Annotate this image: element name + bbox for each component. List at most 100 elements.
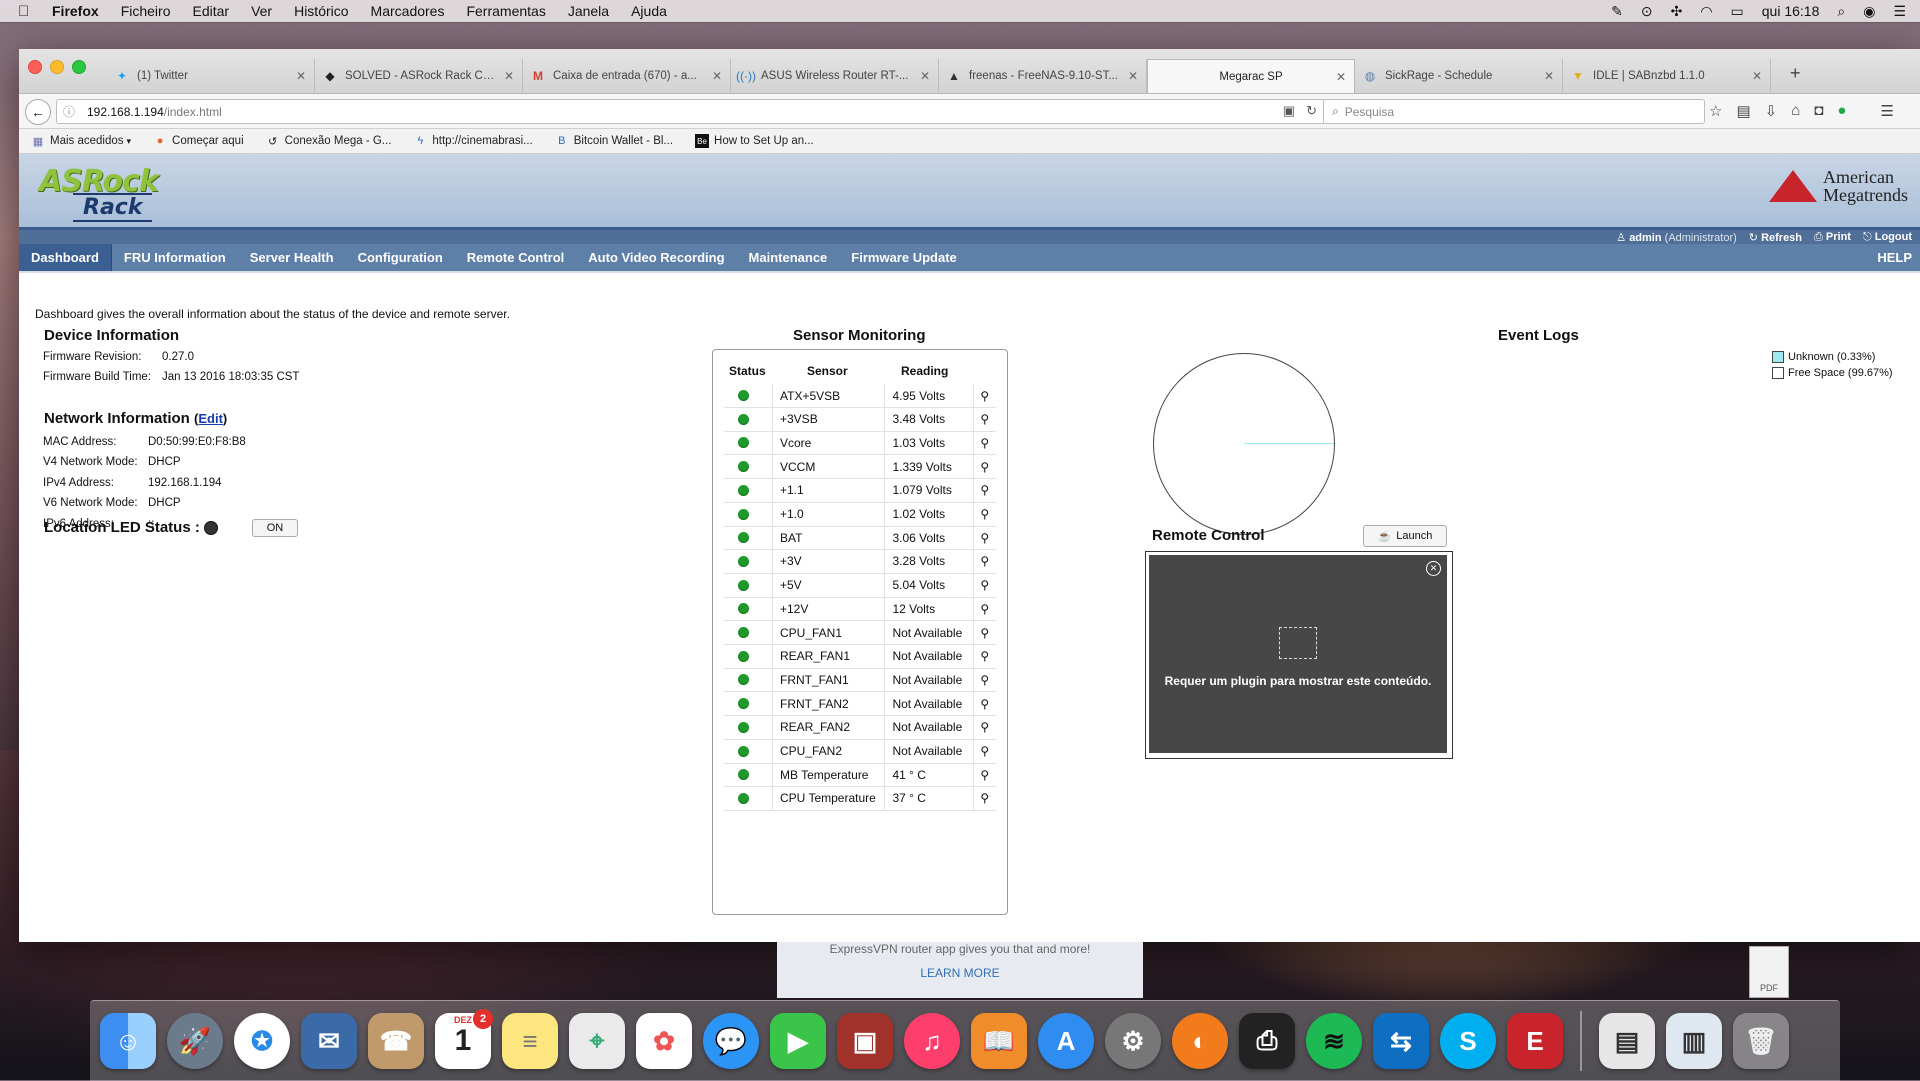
evernote-icon[interactable]: ✎ [1611, 3, 1623, 20]
magnifier-icon[interactable]: ⚲ [972, 407, 996, 431]
magnifier-icon[interactable]: ⚲ [972, 692, 996, 716]
led-on-button[interactable]: ON [252, 519, 298, 537]
close-icon[interactable]: ✕ [1426, 561, 1441, 576]
tab-asus-router[interactable]: ((·)) ASUS Wireless Router RT-... ✕ [731, 59, 939, 93]
check-circle-icon[interactable]: ⊙ [1641, 3, 1653, 20]
messages-icon[interactable]: 💬 [703, 1013, 759, 1069]
notes-icon[interactable]: ≡ [502, 1013, 558, 1069]
downloads-icon[interactable]: ⇩ [1765, 102, 1778, 120]
bookmark-cinemabrasi[interactable]: ϟ http://cinemabrasi... [413, 134, 532, 148]
close-tab-icon[interactable]: ✕ [296, 69, 306, 83]
window-thumbnail-icon[interactable]: ▤ [1599, 1013, 1655, 1069]
airplay-icon[interactable]: ▭ [1731, 3, 1744, 20]
menu-editar[interactable]: Editar [192, 3, 229, 19]
menu-ver[interactable]: Ver [251, 3, 272, 19]
apple-icon[interactable]:  [18, 3, 34, 20]
app-store-icon[interactable]: A [1038, 1013, 1094, 1069]
search-input[interactable]: ⌕ Pesquisa [1323, 99, 1705, 124]
ibooks-icon[interactable]: 📖 [971, 1013, 1027, 1069]
nav-auto-video-recording[interactable]: Auto Video Recording [576, 244, 736, 271]
tab-sabnzbd[interactable]: ▼ IDLE | SABnzbd 1.1.0 ✕ [1563, 59, 1771, 93]
pocket-icon[interactable]: ◘ [1814, 102, 1823, 120]
pdf-file-icon[interactable]: PDF [1749, 946, 1789, 998]
new-tab-icon[interactable]: + [1790, 63, 1801, 84]
nav-configuration[interactable]: Configuration [346, 244, 455, 271]
magnifier-icon[interactable]: ⚲ [972, 597, 996, 621]
launchpad-icon[interactable]: 🚀 [167, 1013, 223, 1069]
close-tab-icon[interactable]: ✕ [712, 69, 722, 83]
nav-firmware-update[interactable]: Firmware Update [839, 244, 968, 271]
menu-firefox[interactable]: Firefox [52, 3, 99, 19]
reload-icon[interactable]: ↻ [1306, 103, 1317, 119]
close-tab-icon[interactable]: ✕ [1128, 69, 1138, 83]
printer-icon[interactable]: ⎙ [1239, 1013, 1295, 1069]
menu-historico[interactable]: Histórico [294, 3, 348, 19]
minimize-window-icon[interactable] [50, 60, 64, 74]
magnifier-icon[interactable]: ⚲ [972, 763, 996, 787]
user-avatar-icon[interactable]: ◉ [1863, 3, 1875, 20]
learn-more-link[interactable]: LEARN MORE [777, 966, 1143, 980]
window-thumbnail-icon[interactable]: ▥ [1666, 1013, 1722, 1069]
refresh-link[interactable]: ↻ Refresh [1749, 231, 1802, 244]
tab-gmail[interactable]: M Caixa de entrada (670) - a... ✕ [523, 59, 731, 93]
system-preferences-icon[interactable]: ⚙ [1105, 1013, 1161, 1069]
magnifier-icon[interactable]: ⚲ [972, 549, 996, 573]
tab-twitter[interactable]: ✦ (1) Twitter ✕ [107, 59, 315, 93]
spotify-icon[interactable]: ≋ [1306, 1013, 1362, 1069]
magnifier-icon[interactable]: ⚲ [972, 478, 996, 502]
tab-megarac[interactable]: Megarac SP ✕ [1147, 59, 1355, 93]
info-icon[interactable]: ⓘ [63, 103, 79, 120]
notification-center-icon[interactable]: ☰ [1893, 3, 1906, 20]
finder-icon[interactable]: ☺ [100, 1013, 156, 1069]
nav-remote-control[interactable]: Remote Control [455, 244, 577, 271]
launch-button[interactable]: ☕ Launch [1363, 525, 1447, 547]
print-link[interactable]: ⎙ Print [1814, 231, 1851, 244]
firefox-icon[interactable]: ◐ [1172, 1013, 1228, 1069]
nav-fru-information[interactable]: FRU Information [112, 244, 238, 271]
bookmark-how-to-setup[interactable]: Be How to Set Up an... [695, 134, 814, 148]
maps-icon[interactable]: ⌖ [569, 1013, 625, 1069]
network-icon[interactable]: ✣ [1671, 3, 1683, 20]
zoom-window-icon[interactable] [72, 60, 86, 74]
clock[interactable]: qui 16:18 [1762, 3, 1820, 19]
facetime-icon[interactable]: ▶ [770, 1013, 826, 1069]
photos-icon[interactable]: ✿ [636, 1013, 692, 1069]
home-icon[interactable]: ⌂ [1791, 102, 1800, 120]
close-window-icon[interactable] [28, 60, 42, 74]
menu-ficheiro[interactable]: Ficheiro [121, 3, 171, 19]
wifi-icon[interactable]: ◠ [1700, 3, 1712, 20]
bookmark-conexao-mega[interactable]: ↺ Conexão Mega - G... [266, 134, 391, 148]
bookmark-comecar-aqui[interactable]: ● Começar aqui [153, 134, 244, 148]
nav-maintenance[interactable]: Maintenance [737, 244, 840, 271]
magnifier-icon[interactable]: ⚲ [972, 715, 996, 739]
magnifier-icon[interactable]: ⚲ [972, 573, 996, 597]
spotlight-search-icon[interactable]: ⌕ [1837, 3, 1845, 20]
expressvpn-icon[interactable]: E [1507, 1013, 1563, 1069]
event-log-pie-chart[interactable] [1153, 353, 1335, 535]
magnifier-icon[interactable]: ⚲ [972, 526, 996, 550]
logout-link[interactable]: ⎋ Logout [1863, 231, 1912, 244]
photo-booth-icon[interactable]: ▣ [837, 1013, 893, 1069]
menu-marcadores[interactable]: Marcadores [371, 3, 445, 19]
itunes-icon[interactable]: ♫ [904, 1013, 960, 1069]
teamviewer-icon[interactable]: ⇆ [1373, 1013, 1429, 1069]
nav-server-health[interactable]: Server Health [238, 244, 346, 271]
magnifier-icon[interactable]: ⚲ [972, 431, 996, 455]
help-link[interactable]: HELP [1877, 244, 1912, 271]
edit-network-link[interactable]: Edit [198, 411, 223, 426]
magnifier-icon[interactable]: ⚲ [972, 384, 996, 407]
trash-icon[interactable]: 🗑 [1733, 1013, 1789, 1069]
skype-icon[interactable]: S [1440, 1013, 1496, 1069]
contacts-icon[interactable]: ☎ [368, 1013, 424, 1069]
bookmark-star-icon[interactable]: ☆ [1709, 102, 1722, 120]
magnifier-icon[interactable]: ⚲ [972, 644, 996, 668]
extension-icon[interactable]: ● [1837, 102, 1846, 120]
menu-ajuda[interactable]: Ajuda [631, 3, 667, 19]
magnifier-icon[interactable]: ⚲ [972, 502, 996, 526]
calendar-icon[interactable]: DEZ 1 2 [435, 1009, 493, 1069]
hamburger-menu-icon[interactable]: ☰ [1880, 102, 1893, 120]
tab-freenas[interactable]: ▲ freenas - FreeNAS-9.10-ST... ✕ [939, 59, 1147, 93]
nav-dashboard[interactable]: Dashboard [19, 244, 112, 271]
plugin-placeholder[interactable]: ✕ Requer um plugin para mostrar este con… [1149, 555, 1447, 753]
url-bar[interactable]: ⓘ 192.168.1.194/index.html ▣ ↻ [56, 99, 1326, 124]
